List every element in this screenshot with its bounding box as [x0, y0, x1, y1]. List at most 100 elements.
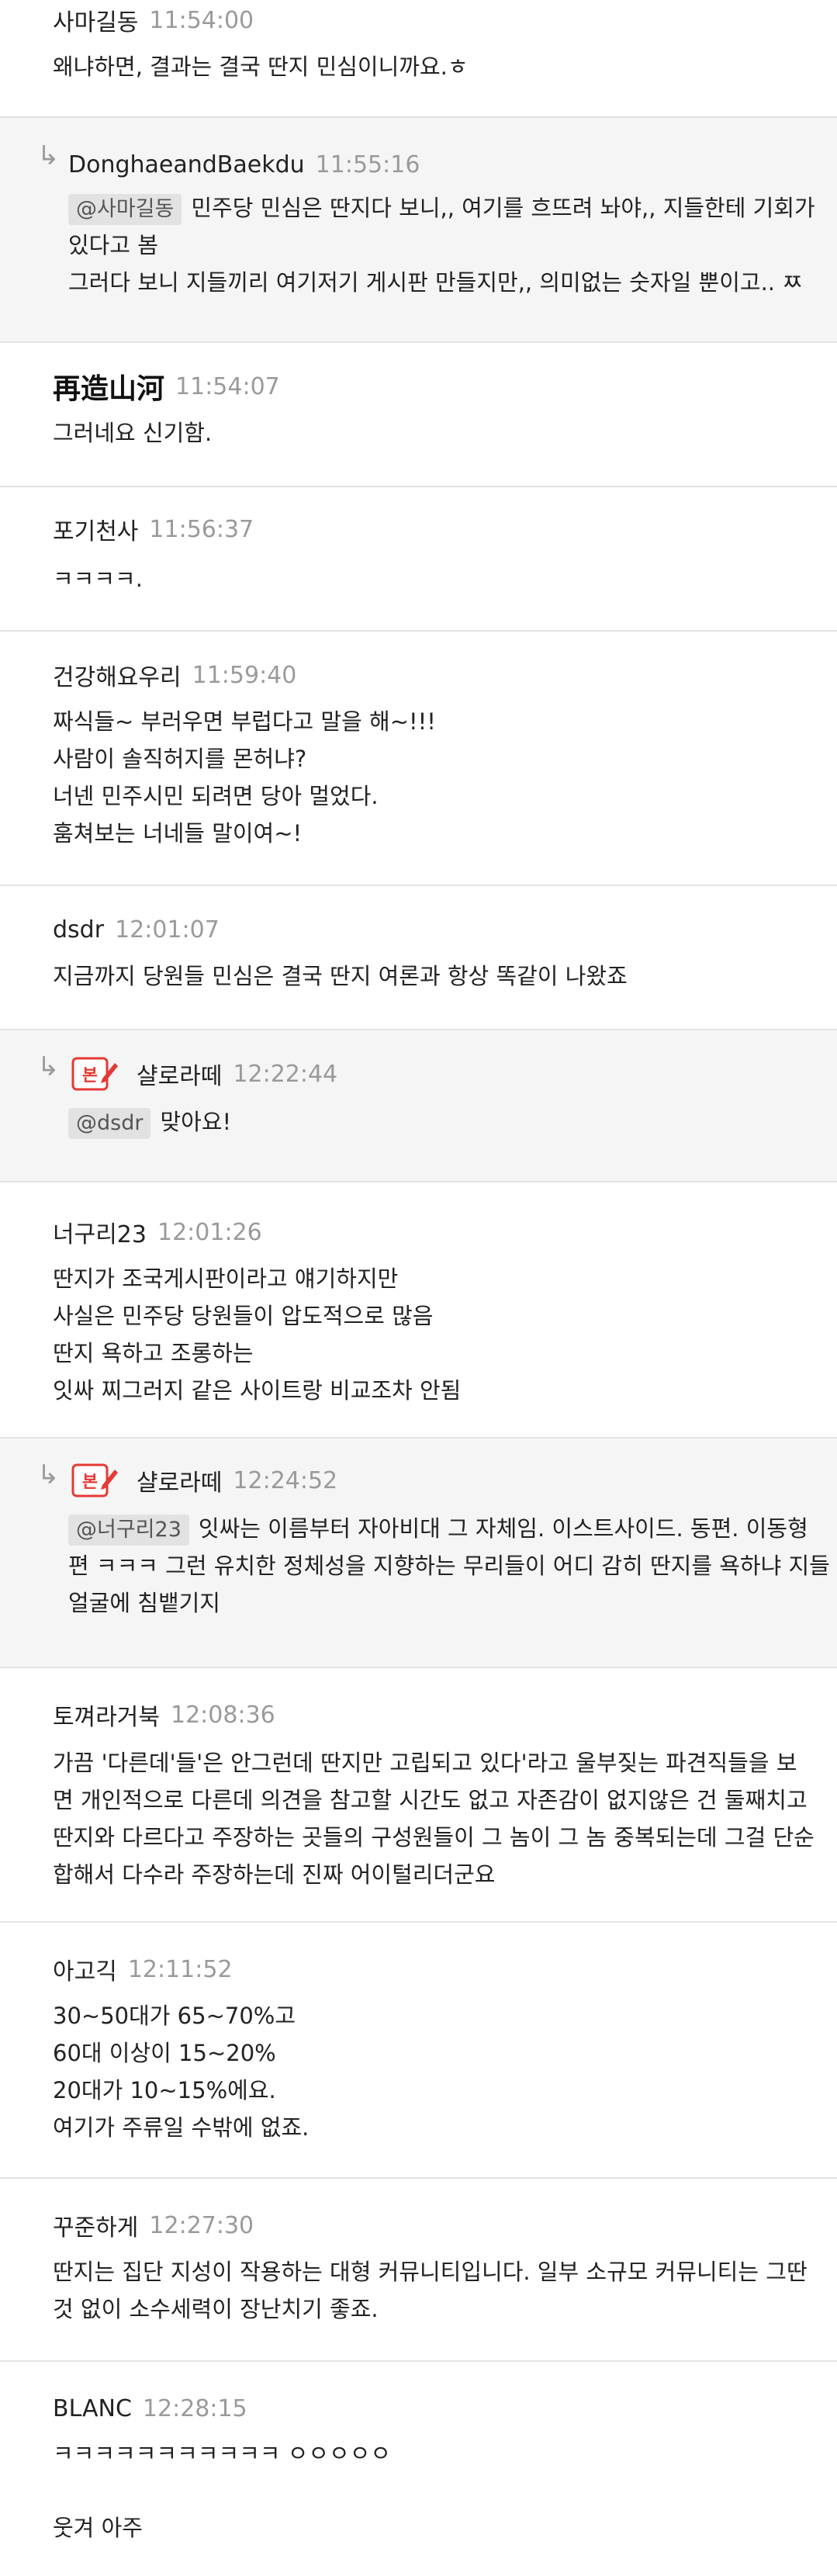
comment-line: 사람이 솔직허지를 몬허냐?	[53, 746, 307, 772]
reply-comment: ↳ DonghaeandBaekdu 11:55:16 @사마길동 민주당 민심은…	[0, 118, 837, 343]
comment-line: 딴지가 조국게시판이라고 얘기하지만	[53, 1265, 399, 1292]
comment-time: 12:08:36	[171, 1701, 275, 1729]
comment-line: 그러다 보니 지들끼리 여기저기 게시판 만들지만,, 의미없는 숫자일 뿐이고…	[68, 269, 803, 296]
comment-author[interactable]: 건강해요우리	[53, 658, 182, 692]
comment-line: 여기가 주류일 수밖에 없죠.	[53, 2114, 310, 2141]
comment-time: 12:27:30	[149, 2211, 254, 2239]
comment-author[interactable]: 再造山河	[53, 366, 164, 407]
comment: dsdr 12:01:07 지금까지 당원들 민심은 결국 딴지 여론과 항상 …	[0, 886, 837, 1030]
reply-arrow-icon: ↳	[37, 1051, 60, 1082]
comment-line: 잇싸 찌그러지 같은 사이트랑 비교조차 안됨	[53, 1377, 462, 1404]
comment-time: 12:24:52	[233, 1466, 338, 1494]
comment-body: 가끔 '다른데'들'은 안그런데 딴지만 고립되고 있다'라고 울부짖는 파견직…	[53, 1744, 815, 1893]
comment: 포기천사 11:56:37 ㅋㅋㅋㅋ.	[0, 487, 837, 632]
comment: 토껴라거북 12:08:36 가끔 '다른데'들'은 안그런데 딴지만 고립되고…	[0, 1668, 837, 1923]
comment-line: 면 개인적으로 다른데 의견을 참고할 시간도 없고 자존감이 없지않은 건 둘…	[53, 1787, 808, 1813]
blog-edit-icon: 본	[71, 1055, 119, 1092]
comment-line: 딴지와 다르다고 주장하는 곳들의 구성원들이 그 놈이 그 놈 중복되는데 그…	[53, 1824, 815, 1851]
comment-line: @dsdr 맞아요!	[68, 1103, 806, 1141]
comment-author[interactable]: 꾸준하게	[53, 2208, 138, 2242]
reply-comment: ↳ 본 샬로라떼 12:24:52 @너구리23 잇싸는 이름부터 자아비대 그 …	[0, 1439, 837, 1668]
reply-comment: ↳ 본 샬로라떼 12:22:44 @dsdr 맞아요!	[0, 1030, 837, 1182]
comment-line: 것 없이 소수세력이 장난치기 좋죠.	[53, 2296, 379, 2322]
comment-line: ㅋㅋㅋㅋ.	[53, 566, 143, 592]
comment-header: dsdr 12:01:07	[53, 911, 220, 948]
comment-body: 왜냐하면, 결과는 결국 딴지 민심이니까요.ㅎ	[53, 48, 806, 85]
comment-line: @너구리23 잇싸는 이름부터 자아비대 그 자체임. 이스트사이드. 동편. 이…	[68, 1510, 808, 1547]
comment-body: 딴지는 집단 지성이 작용하는 대형 커뮤니티입니다. 일부 소규모 커뮤니티는…	[53, 2253, 808, 2328]
mention-tag[interactable]: @너구리23	[68, 1515, 189, 1546]
comment-line: 가끔 '다른데'들'은 안그런데 딴지만 고립되고 있다'라고 울부짖는 파견직…	[53, 1750, 797, 1776]
comment: 사마길동 11:54:00 왜냐하면, 결과는 결국 딴지 민심이니까요.ㅎ	[0, 0, 837, 118]
comment-author[interactable]: dsdr	[53, 916, 104, 943]
comment-header: 본 샬로라떼 12:22:44	[71, 1052, 337, 1096]
comment-line: 짜식들~ 부러우면 부럽다고 말을 해~!!!	[53, 708, 436, 735]
comment-header: 사마길동 11:54:00	[53, 2, 254, 39]
comment-author[interactable]: 포기천사	[53, 512, 138, 546]
comment: 너구리23 12:01:26 딴지가 조국게시판이라고 얘기하지만 사실은 민주…	[0, 1182, 837, 1439]
comment-line: @사마길동 민주당 민심은 딴지다 보니,, 여기를 흐뜨려 놔야,, 지들한테 …	[68, 189, 815, 227]
reply-arrow-icon: ↳	[37, 1459, 60, 1491]
comment-time: 11:54:07	[175, 372, 280, 400]
comment-line: 훔쳐보는 너네들 말이여~!	[53, 820, 303, 847]
comment-line	[53, 2472, 806, 2509]
comment-author[interactable]: 아고긱	[53, 1952, 117, 1986]
comment-text: 민주당 민심은 딴지다 보니,, 여기를 흐뜨려 놔야,, 지들한테 기회가	[191, 195, 815, 221]
comment-body: @너구리23 잇싸는 이름부터 자아비대 그 자체임. 이스트사이드. 동편. 이…	[68, 1510, 830, 1622]
comment-line: 너넨 민주시민 되려면 당아 멀었다.	[53, 783, 379, 809]
comment-line: 60대 이상이 15~20%	[53, 2040, 276, 2066]
comment-time: 11:56:37	[149, 515, 254, 543]
comment-line: 왜냐하면, 결과는 결국 딴지 민심이니까요.ㅎ	[53, 54, 469, 80]
comment-time: 11:55:16	[315, 151, 420, 178]
comment: 건강해요우리 11:59:40 짜식들~ 부러우면 부럽다고 말을 해~!!! …	[0, 632, 837, 886]
mention-tag[interactable]: @사마길동	[68, 194, 182, 225]
comment-body: 딴지가 조국게시판이라고 얘기하지만 사실은 민주당 당원들이 압도적으로 많음…	[53, 1260, 806, 1409]
comment-body: 30~50대가 65~70%고 60대 이상이 15~20% 20대가 10~1…	[53, 1997, 806, 2146]
comment-author[interactable]: 너구리23	[53, 1215, 147, 1249]
comment-time: 12:01:26	[157, 1218, 262, 1246]
comment-body: 그러네요 신기함.	[53, 414, 806, 452]
comment-body: @dsdr 맞아요!	[68, 1103, 806, 1141]
comment-line: 얼굴에 침뱉기지	[68, 1590, 220, 1616]
comment-author[interactable]: 샬로라떼	[137, 1463, 222, 1497]
comment-text: 맞아요!	[160, 1109, 232, 1135]
comment-header: BLANC 12:28:15	[53, 2390, 247, 2427]
comment-line: 지금까지 당원들 민심은 결국 딴지 여론과 항상 똑같이 나왔죠	[53, 963, 628, 989]
comment-body: 지금까지 당원들 민심은 결국 딴지 여론과 항상 똑같이 나왔죠	[53, 957, 806, 995]
comment-line: 그러네요 신기함.	[53, 420, 213, 446]
svg-text:본: 본	[82, 1473, 98, 1492]
comment-author[interactable]: 사마길동	[53, 3, 138, 37]
comment-header: 포기천사 11:56:37	[53, 511, 254, 548]
comment-header: 건강해요우리 11:59:40	[53, 656, 296, 694]
comment-text: 잇싸는 이름부터 자아비대 그 자체임. 이스트사이드. 동편. 이동형	[198, 1515, 808, 1542]
mention-tag[interactable]: @dsdr	[68, 1108, 151, 1139]
comment-line: ㅋㅋㅋㅋㅋㅋㅋㅋㅋㅋㅋ ㅇㅇㅇㅇㅇ	[53, 2440, 392, 2467]
comment-author[interactable]: 샬로라떼	[137, 1057, 222, 1091]
comment-line: 딴지는 집단 지성이 작용하는 대형 커뮤니티입니다. 일부 소규모 커뮤니티는…	[53, 2259, 808, 2285]
comment-author[interactable]: 토껴라거북	[53, 1698, 160, 1732]
comment-line: 20대가 10~15%에요.	[53, 2077, 276, 2103]
comment-line: 웃겨 아주	[53, 2515, 143, 2541]
comment-time: 11:54:00	[149, 6, 254, 34]
comment: 꾸준하게 12:27:30 딴지는 집단 지성이 작용하는 대형 커뮤니티입니다…	[0, 2179, 837, 2362]
comment-line: 30~50대가 65~70%고	[53, 2003, 296, 2029]
comment-author[interactable]: DonghaeandBaekdu	[68, 151, 305, 178]
comment-line: 편 ㅋㅋㅋ 그런 유치한 정체성을 지향하는 무리들이 어디 감히 딴지를 욕하…	[68, 1553, 830, 1579]
comment-time: 12:28:15	[142, 2394, 247, 2422]
comment-body: ㅋㅋㅋㅋ.	[53, 560, 806, 597]
comment-header: 아고긱 12:11:52	[53, 1951, 233, 1988]
comment-line: 있다고 봄	[68, 232, 158, 258]
comment-body: @사마길동 민주당 민심은 딴지다 보니,, 여기를 흐뜨려 놔야,, 지들한테 …	[68, 189, 815, 301]
svg-text:본: 본	[82, 1066, 98, 1085]
blog-edit-icon: 본	[71, 1462, 119, 1499]
comment-time: 12:01:07	[115, 916, 220, 943]
comment-author[interactable]: BLANC	[53, 2395, 132, 2422]
comment: 아고긱 12:11:52 30~50대가 65~70%고 60대 이상이 15~…	[0, 1923, 837, 2179]
reply-arrow-icon: ↳	[37, 140, 60, 171]
comment-header: 再造山河 11:54:07	[53, 365, 280, 408]
comment-body: 짜식들~ 부러우면 부럽다고 말을 해~!!! 사람이 솔직허지를 몬허냐? 너…	[53, 703, 806, 852]
comment-header: 토껴라거북 12:08:36	[53, 1696, 275, 1733]
comment-line: 사실은 민주당 당원들이 압도적으로 많음	[53, 1303, 434, 1329]
comment-time: 12:11:52	[127, 1955, 233, 1983]
comment-line: 딴지 욕하고 조롱하는	[53, 1340, 254, 1366]
